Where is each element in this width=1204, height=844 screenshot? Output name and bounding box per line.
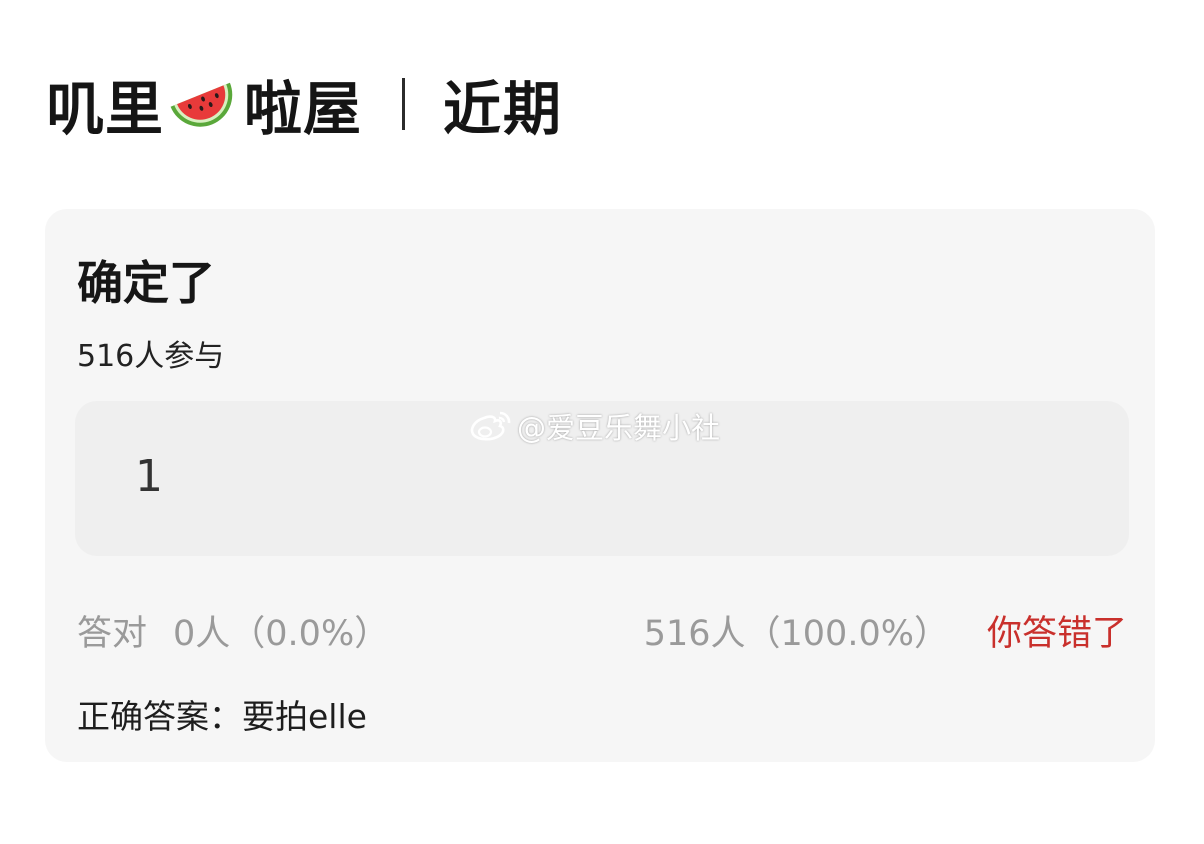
brand-name-left: 叽里 <box>46 75 165 143</box>
quiz-question: 确定了 <box>77 256 215 310</box>
watermelon-icon <box>170 82 233 127</box>
brand-name-right: 啦屋 <box>244 75 363 143</box>
section-title: 近期 <box>443 75 564 143</box>
correct-label: 答对 <box>77 614 148 654</box>
correct-count: 0人（0.0%） <box>173 614 390 654</box>
brand-title: 叽里 啦屋 <box>46 62 362 146</box>
watermark: @爱豆乐舞小社 <box>467 405 720 447</box>
answer-value: 要拍elle <box>242 697 367 736</box>
weibo-icon <box>470 411 511 441</box>
chosen-stats: 516人（100.0%） 你答错了 <box>644 605 1127 656</box>
correct-answer: 正确答案：要拍elle <box>77 690 367 738</box>
participant-count: 516人参与 <box>77 339 225 374</box>
verdict-badge: 你答错了 <box>986 614 1127 654</box>
quiz-card: 确定了 516人参与 1 @爱豆乐舞小社 答对 0人（0.0%） 516人（10… <box>45 209 1155 762</box>
chosen-count: 516人（100.0%） <box>643 614 949 654</box>
quiz-option-label: 1 <box>135 451 163 502</box>
watermark-text: @爱豆乐舞小社 <box>517 411 721 445</box>
correct-stats: 答对 0人（0.0%） <box>77 605 389 656</box>
header-divider <box>402 78 406 130</box>
page: 叽里 啦屋 近期 确定了 516人参与 1 @爱豆乐舞小社 答对 0人（0.0%… <box>0 0 1204 844</box>
answer-label: 正确答案： <box>77 697 242 736</box>
header: 叽里 啦屋 近期 <box>46 62 563 146</box>
